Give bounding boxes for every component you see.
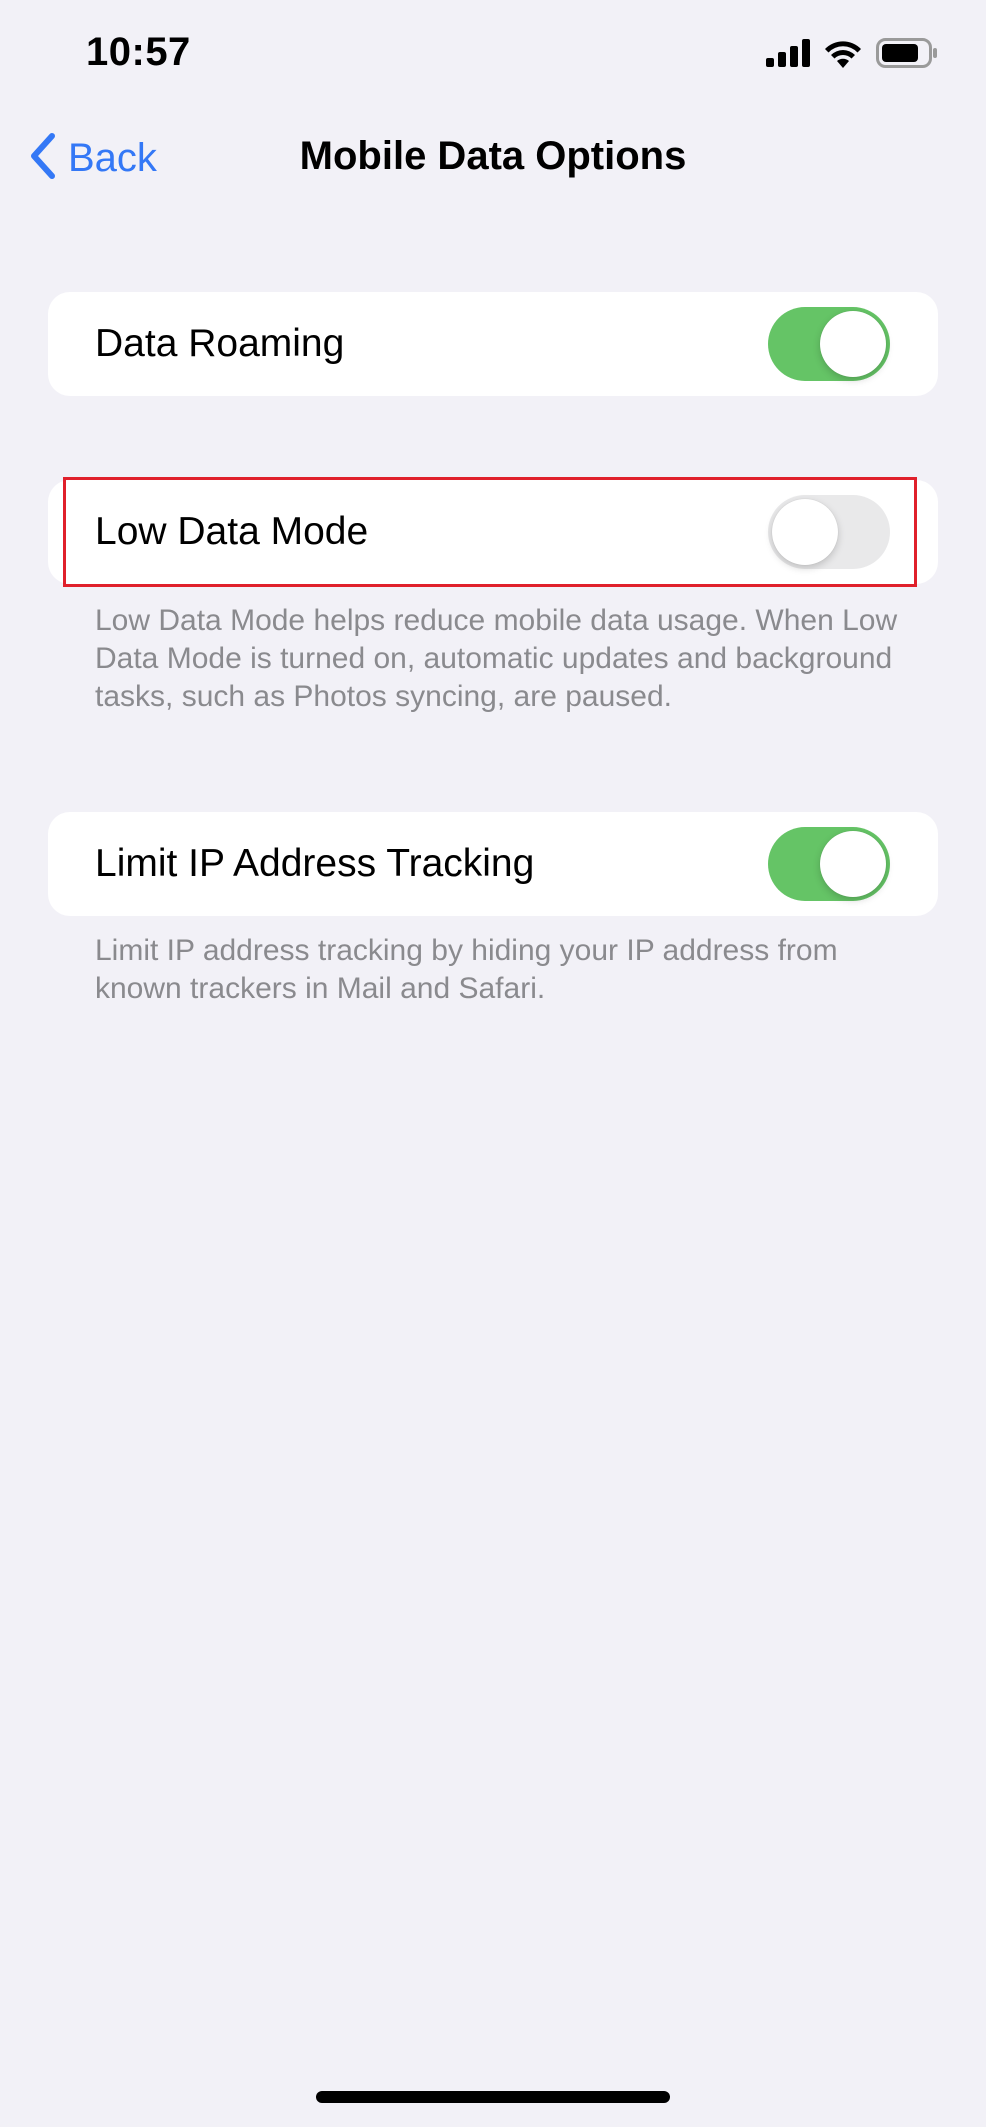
settings-screen: 10:57 Back Mobile Data Options Data Roam…: [0, 0, 986, 2127]
setting-row-limit-ip-tracking: Limit IP Address Tracking: [48, 812, 938, 916]
page-title: Mobile Data Options: [299, 134, 687, 178]
settings-group-low-data-mode: Low Data Mode: [48, 480, 938, 584]
status-icons: [766, 36, 938, 70]
setting-label: Limit IP Address Tracking: [95, 842, 535, 885]
wifi-icon: [824, 38, 862, 68]
limit-ip-tracking-footer: Limit IP address tracking by hiding your…: [95, 934, 838, 1005]
status-time: 10:57: [86, 30, 191, 74]
limit-ip-tracking-toggle[interactable]: [768, 827, 890, 901]
toggle-knob: [772, 499, 838, 565]
setting-label: Data Roaming: [95, 322, 345, 365]
home-indicator: [316, 2091, 670, 2103]
navigation-bar: Back Mobile Data Options: [0, 120, 986, 196]
low-data-mode-toggle[interactable]: [768, 495, 890, 569]
low-data-mode-footer: Low Data Mode helps reduce mobile data u…: [95, 604, 898, 713]
status-bar: 10:57: [0, 0, 986, 100]
toggle-knob: [820, 311, 886, 377]
setting-row-low-data-mode: Low Data Mode: [48, 480, 938, 584]
toggle-knob: [820, 831, 886, 897]
data-roaming-toggle[interactable]: [768, 307, 890, 381]
setting-label: Low Data Mode: [95, 510, 369, 553]
setting-row-data-roaming: Data Roaming: [48, 292, 938, 396]
cellular-signal-icon: [766, 39, 810, 67]
settings-group-data-roaming: Data Roaming: [48, 292, 938, 396]
settings-group-limit-ip-tracking: Limit IP Address Tracking: [48, 812, 938, 916]
battery-icon: [876, 38, 938, 68]
